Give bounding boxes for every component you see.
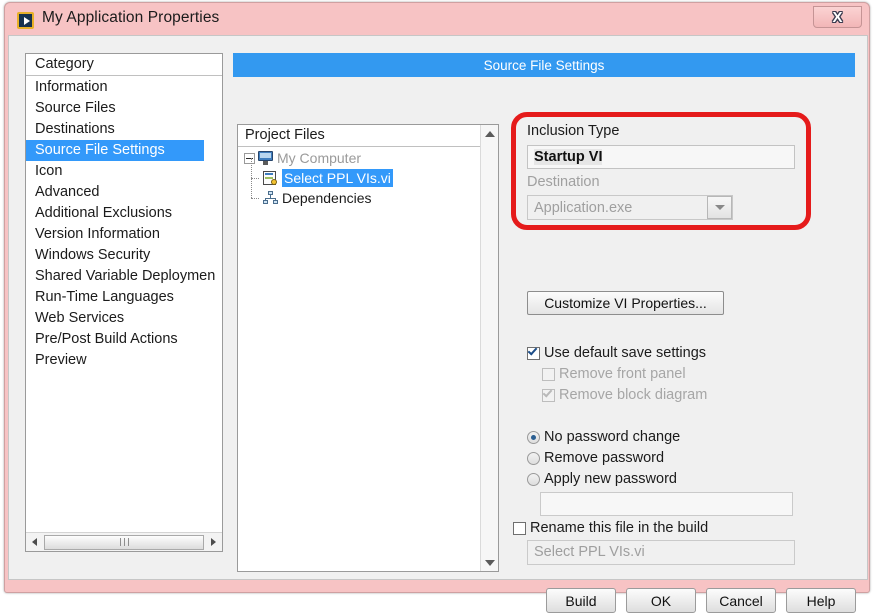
checkbox-icon: [527, 344, 540, 360]
remove-front-panel-checkbox[interactable]: Remove front panel: [542, 366, 686, 382]
sidebar-item-run-time-languages[interactable]: Run-Time Languages: [26, 287, 222, 308]
project-files-panel: Project Files My Computer Select PPL VIs…: [237, 124, 499, 572]
build-button[interactable]: Build: [546, 588, 616, 613]
sidebar-item-icon[interactable]: Icon: [26, 161, 222, 182]
checkbox-label: Use default save settings: [544, 345, 707, 361]
checkbox-icon: [542, 386, 555, 402]
scrollbar-thumb[interactable]: [44, 534, 204, 550]
checkbox-label: Remove front panel: [559, 366, 686, 382]
inclusion-type-value[interactable]: Startup VI: [527, 145, 795, 169]
checkbox-label: Rename this file in the build: [530, 520, 709, 536]
tree-node-dependencies[interactable]: Dependencies: [238, 178, 480, 208]
sidebar-item-preview[interactable]: Preview: [26, 350, 222, 371]
rename-field[interactable]: Select PPL VIs.vi: [527, 540, 795, 565]
scroll-up-icon[interactable]: [481, 125, 499, 142]
destination-dropdown[interactable]: Application.exe: [527, 195, 733, 220]
category-panel: Category Information Source Files Destinat…: [25, 53, 223, 552]
cancel-button[interactable]: Cancel: [706, 588, 776, 613]
radio-icon: [527, 472, 540, 486]
application-window: My Application Properties X Category Inf…: [4, 2, 870, 613]
close-icon: X: [832, 8, 843, 26]
sidebar-item-web-services[interactable]: Web Services: [26, 308, 222, 329]
tree-node-my-computer[interactable]: My Computer: [238, 148, 480, 168]
sidebar-item-destinations[interactable]: Destinations: [26, 119, 222, 140]
rename-file-checkbox[interactable]: Rename this file in the build: [513, 520, 708, 536]
scroll-right-icon[interactable]: [205, 534, 222, 551]
checkbox-label: Remove block diagram: [559, 387, 708, 403]
sidebar-item-windows-security[interactable]: Windows Security: [26, 245, 222, 266]
scroll-left-icon[interactable]: [26, 534, 43, 551]
dependencies-icon: [263, 191, 278, 205]
project-files-tree[interactable]: My Computer Select PPL VIs.vi Dependenci…: [238, 148, 480, 571]
close-button[interactable]: X: [813, 6, 862, 28]
title-bar: My Application Properties X: [5, 3, 869, 37]
sidebar-item-pre-post-build-actions[interactable]: Pre/Post Build Actions: [26, 329, 222, 350]
settings-header-bar: Source File Settings: [233, 53, 855, 77]
collapse-expander-icon[interactable]: [244, 152, 255, 164]
sidebar-item-advanced[interactable]: Advanced: [26, 182, 222, 203]
labview-vi-icon: [17, 12, 34, 29]
inclusion-type-text: Startup VI: [534, 149, 603, 165]
password-field[interactable]: [540, 492, 793, 516]
radio-apply-new-password[interactable]: Apply new password: [527, 471, 677, 487]
customize-vi-properties-button[interactable]: Customize VI Properties...: [527, 291, 724, 315]
tree-node-label: Select PPL VIs.vi: [282, 169, 393, 187]
radio-label: Remove password: [544, 450, 665, 466]
project-files-vertical-scrollbar[interactable]: [480, 125, 498, 571]
radio-icon: [527, 451, 540, 465]
sidebar-item-shared-variable-deploymen[interactable]: Shared Variable Deploymen: [26, 266, 222, 287]
help-button[interactable]: Help: [786, 588, 856, 613]
sidebar-item-source-file-settings[interactable]: Source File Settings: [26, 140, 204, 161]
vi-file-icon: [263, 171, 278, 185]
tree-node-select-ppl-vis[interactable]: Select PPL VIs.vi: [238, 158, 480, 188]
checkbox-icon: [513, 521, 526, 535]
dialog-client-area: Category Information Source Files Destinat…: [8, 35, 868, 613]
tree-node-label: My Computer: [277, 150, 362, 166]
radio-icon: [527, 430, 540, 444]
category-list[interactable]: Information Source Files Destinations Sourc…: [26, 77, 222, 531]
radio-no-password-change[interactable]: No password change: [527, 429, 680, 445]
radio-label: No password change: [544, 429, 681, 445]
use-default-save-settings-checkbox[interactable]: Use default save settings: [527, 344, 707, 361]
sidebar-item-version-information[interactable]: Version Information: [26, 224, 222, 245]
tree-node-label: Dependencies: [282, 190, 372, 206]
category-horizontal-scrollbar[interactable]: [26, 532, 222, 551]
radio-label: Apply new password: [544, 471, 677, 487]
sidebar-item-additional-exclusions[interactable]: Additional Exclusions: [26, 203, 222, 224]
chevron-down-icon[interactable]: [707, 196, 732, 219]
destination-value: Application.exe: [534, 199, 633, 216]
sidebar-item-source-files[interactable]: Source Files: [26, 98, 222, 119]
sidebar-item-information[interactable]: Information: [26, 77, 222, 98]
project-files-header: Project Files: [238, 125, 498, 147]
scroll-down-icon[interactable]: [481, 554, 499, 571]
destination-label: Destination: [527, 174, 600, 190]
computer-icon: [258, 151, 273, 165]
window-title: My Application Properties: [42, 9, 220, 26]
radio-remove-password[interactable]: Remove password: [527, 450, 664, 466]
category-header: Category: [26, 54, 222, 76]
ok-button[interactable]: OK: [626, 588, 696, 613]
remove-block-diagram-checkbox[interactable]: Remove block diagram: [542, 386, 708, 403]
checkbox-icon: [542, 367, 555, 381]
inclusion-type-label: Inclusion Type: [527, 123, 620, 139]
